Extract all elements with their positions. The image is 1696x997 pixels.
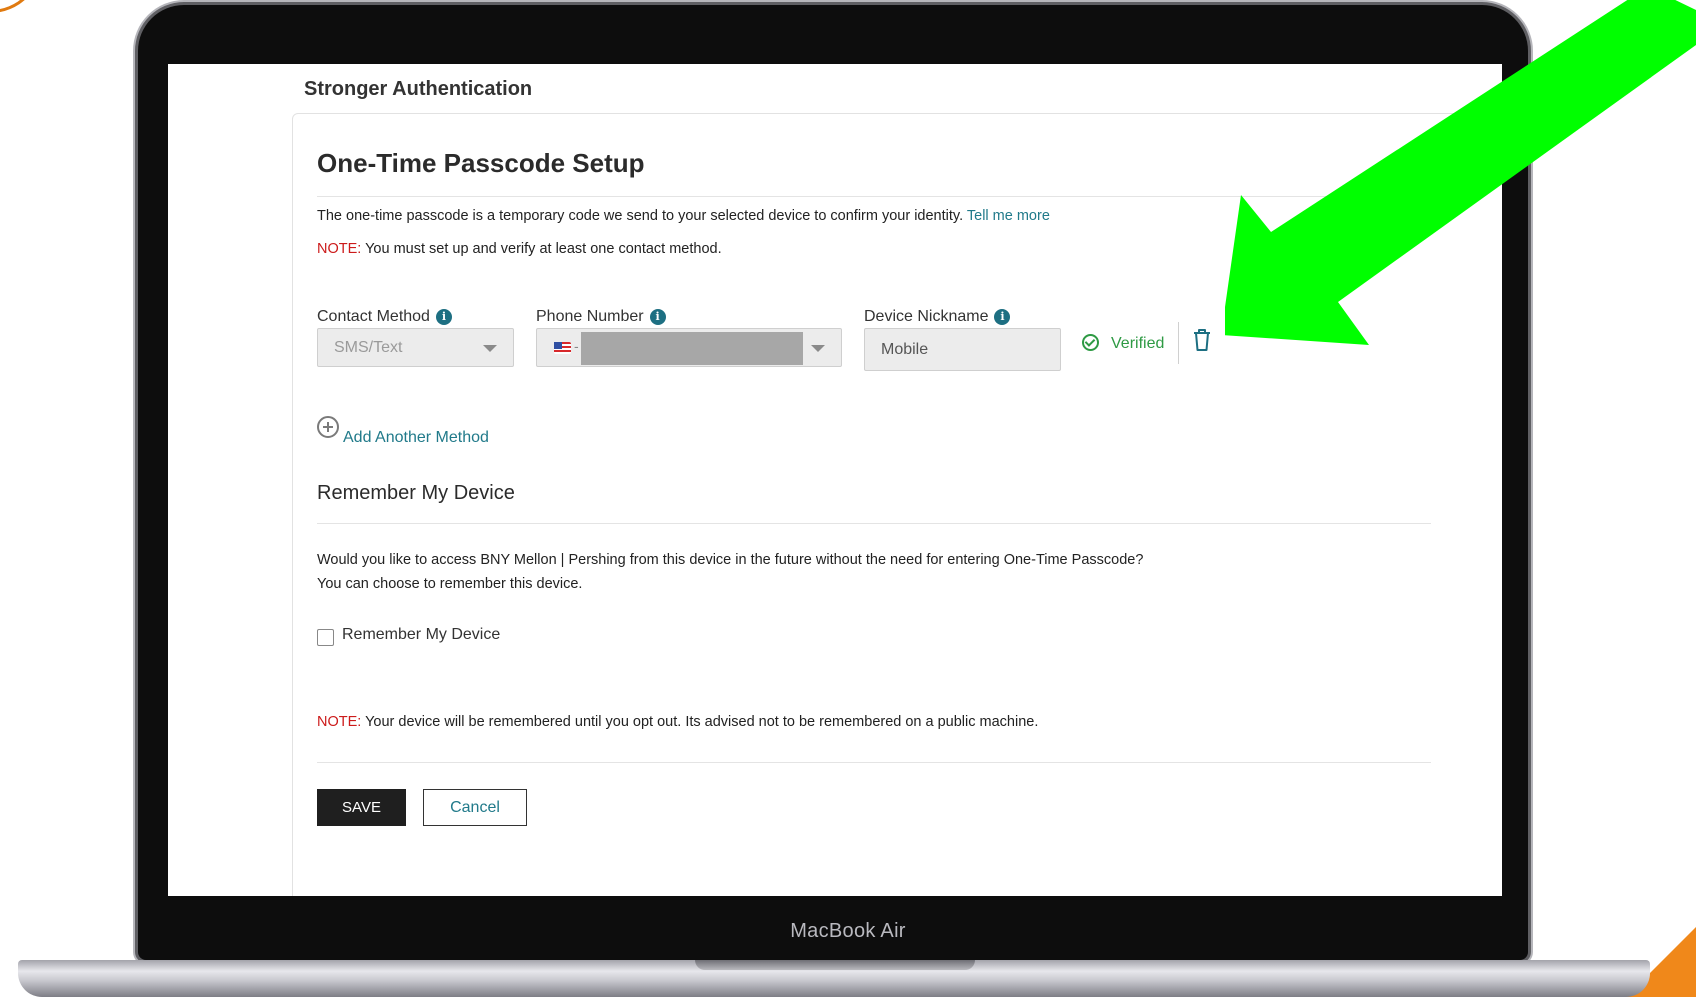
chevron-down-icon — [811, 345, 825, 352]
remember-question: Would you like to access BNY Mellon | Pe… — [317, 552, 1144, 568]
phone-number-label-text: Phone Number — [536, 308, 644, 325]
remember-device-checkbox[interactable] — [317, 629, 334, 646]
note-text: Your device will be remembered until you… — [361, 714, 1039, 730]
remember-divider — [317, 523, 1431, 524]
phone-dash: - — [574, 338, 579, 354]
remember-device-title: Remember My Device — [317, 482, 515, 504]
trash-icon[interactable] — [1191, 327, 1213, 353]
remember-subtext: You can choose to remember this device. — [317, 576, 583, 592]
remember-device-checkbox-label[interactable]: Remember My Device — [342, 626, 500, 644]
card-title: One-Time Passcode Setup — [317, 148, 645, 178]
verified-text: Verified — [1111, 335, 1165, 352]
save-button[interactable]: SAVE — [317, 789, 406, 826]
remember-note: NOTE: Your device will be remembered unt… — [317, 714, 1038, 730]
info-icon[interactable]: i — [435, 309, 452, 325]
otp-description: The one-time passcode is a temporary cod… — [317, 208, 1050, 224]
plus-circle-icon — [317, 416, 339, 438]
contact-method-label: Contact Method i — [317, 308, 452, 326]
contact-method-select[interactable]: SMS/Text — [317, 328, 514, 367]
status-separator — [1178, 322, 1179, 364]
device-nickname-input[interactable]: Mobile — [864, 328, 1061, 371]
check-circle-icon — [1082, 334, 1099, 351]
cancel-button[interactable]: Cancel — [423, 789, 527, 826]
add-method-text: Add Another Method — [343, 429, 489, 446]
phone-number-label: Phone Number i — [536, 308, 666, 326]
note-label: NOTE: — [317, 241, 362, 257]
chevron-down-icon — [483, 345, 497, 352]
laptop-hinge-notch — [695, 960, 975, 970]
decorative-corner-top-left — [0, 0, 43, 13]
page-section-title: Stronger Authentication — [304, 78, 533, 100]
green-arrow-annotation — [1225, 0, 1696, 345]
contact-method-value: SMS/Text — [334, 339, 403, 356]
note-label: NOTE: — [317, 714, 362, 730]
device-nickname-label-text: Device Nickname — [864, 308, 989, 325]
verified-status: Verified — [1082, 334, 1164, 353]
info-icon[interactable]: i — [649, 309, 666, 325]
footer-divider — [317, 762, 1431, 763]
tell-me-more-link[interactable]: Tell me more — [967, 208, 1050, 224]
contact-method-note: NOTE: You must set up and verify at leas… — [317, 241, 722, 257]
device-nickname-label: Device Nickname i — [864, 308, 1011, 326]
redacted-phone-number — [581, 332, 803, 365]
otp-description-text: The one-time passcode is a temporary cod… — [317, 208, 964, 224]
laptop-brand-label: MacBook Air — [790, 920, 906, 942]
info-icon[interactable]: i — [994, 309, 1011, 325]
add-another-method-link[interactable]: Add Another Method — [317, 416, 489, 447]
phone-number-select[interactable]: - — [536, 328, 842, 367]
note-text: You must set up and verify at least one … — [361, 241, 722, 257]
us-flag-icon — [554, 342, 571, 354]
device-nickname-value: Mobile — [881, 341, 929, 358]
contact-method-label-text: Contact Method — [317, 308, 430, 325]
